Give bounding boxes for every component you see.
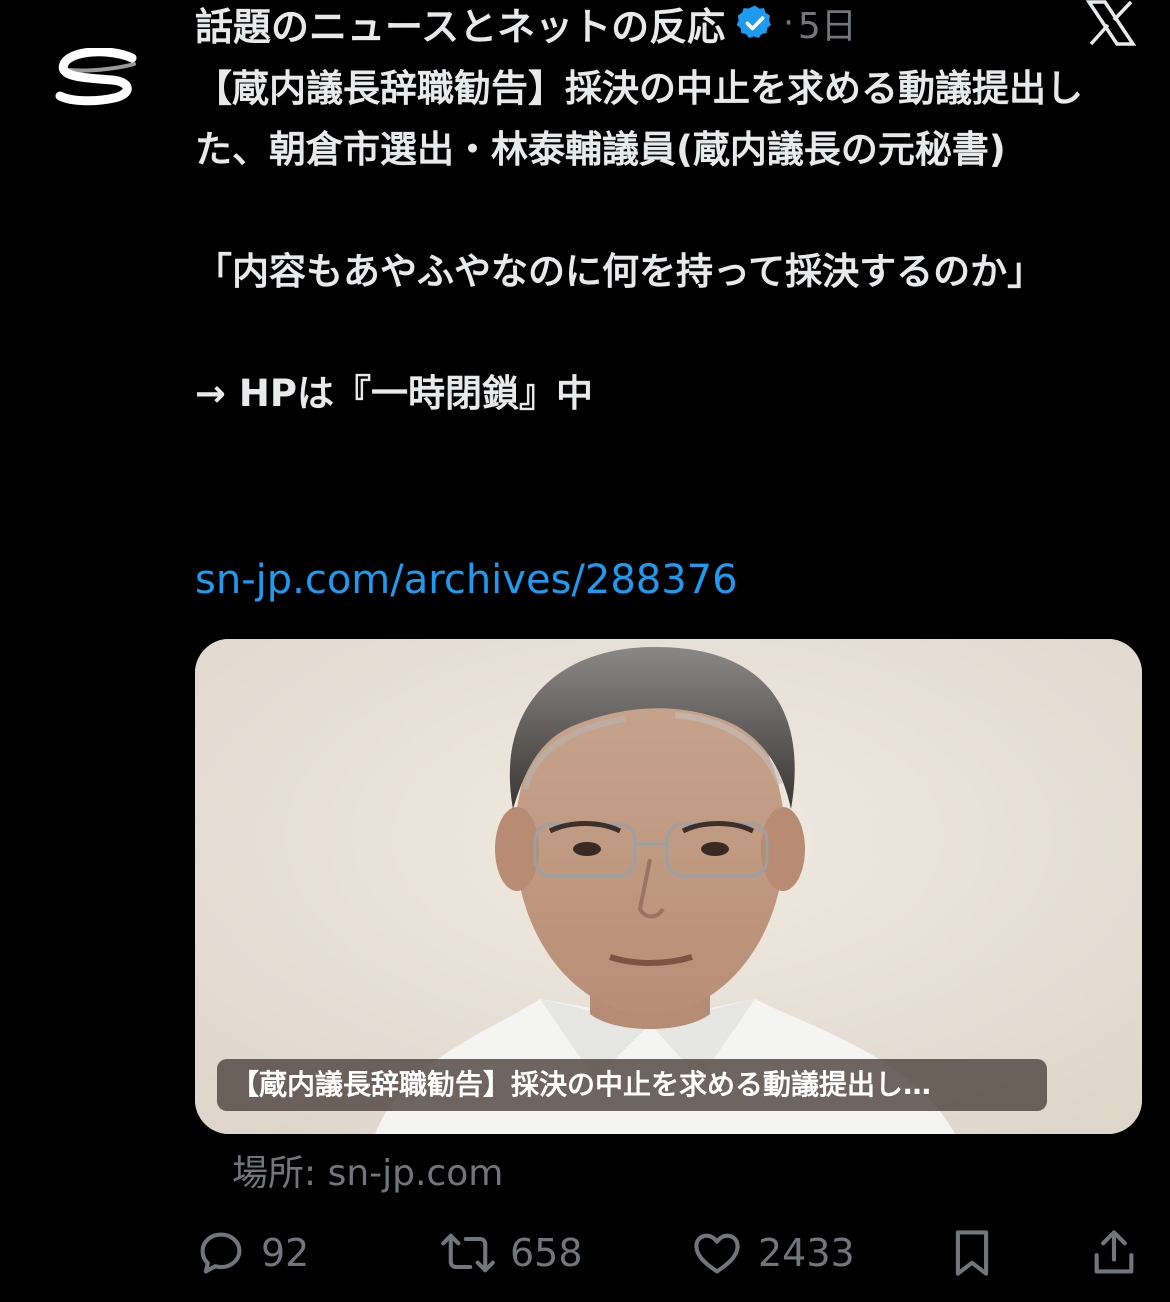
- like-button[interactable]: 2433: [690, 1220, 855, 1286]
- verified-badge-icon: [735, 3, 775, 43]
- reply-icon: [200, 1232, 242, 1274]
- snap-s-logo-icon: [55, 48, 137, 106]
- post-line-3: → HPは『一時閉鎖』中: [195, 372, 593, 415]
- post-line-2: 「内容もあやふやなのに何を持って採決するのか」: [195, 250, 1045, 293]
- bookmark-icon: [955, 1230, 989, 1276]
- post-link[interactable]: sn-jp.com/archives/288376: [195, 552, 738, 608]
- repost-button[interactable]: 658: [440, 1220, 583, 1286]
- bookmark-button[interactable]: [950, 1220, 994, 1286]
- repost-icon: [441, 1233, 495, 1273]
- card-caption: 【蔵内議長辞職勧告】採決の中止を求める動議提出し…: [217, 1059, 1047, 1111]
- heart-icon: [694, 1233, 740, 1274]
- x-logo-icon[interactable]: [1085, 0, 1137, 46]
- like-count: 2433: [758, 1231, 855, 1275]
- action-bar: 92 658 2433: [195, 1220, 1145, 1286]
- reply-count: 92: [261, 1231, 310, 1275]
- meta-separator: ·: [783, 3, 794, 43]
- post-header: 話題のニュースとネットの反応 · 5日: [195, 0, 995, 49]
- share-icon: [1094, 1230, 1134, 1274]
- author-name[interactable]: 話題のニュースとネットの反応: [195, 0, 725, 51]
- avatar[interactable]: [48, 30, 148, 130]
- reply-button[interactable]: 92: [195, 1220, 309, 1286]
- post-text: 【蔵内議長辞職勧告】採決の中止を求める動議提出した、朝倉市選出・林泰輔議員(蔵内…: [195, 58, 1145, 424]
- link-preview-card[interactable]: 【蔵内議長辞職勧告】採決の中止を求める動議提出し…: [195, 639, 1142, 1134]
- post-time[interactable]: 5日: [798, 0, 857, 49]
- card-source[interactable]: 場所: sn-jp.com: [232, 1148, 503, 1200]
- share-button[interactable]: [1090, 1220, 1138, 1286]
- post-line-1: 【蔵内議長辞職勧告】採決の中止を求める動議提出した、朝倉市選出・林泰輔議員(蔵内…: [195, 67, 1083, 171]
- repost-count: 658: [510, 1231, 583, 1275]
